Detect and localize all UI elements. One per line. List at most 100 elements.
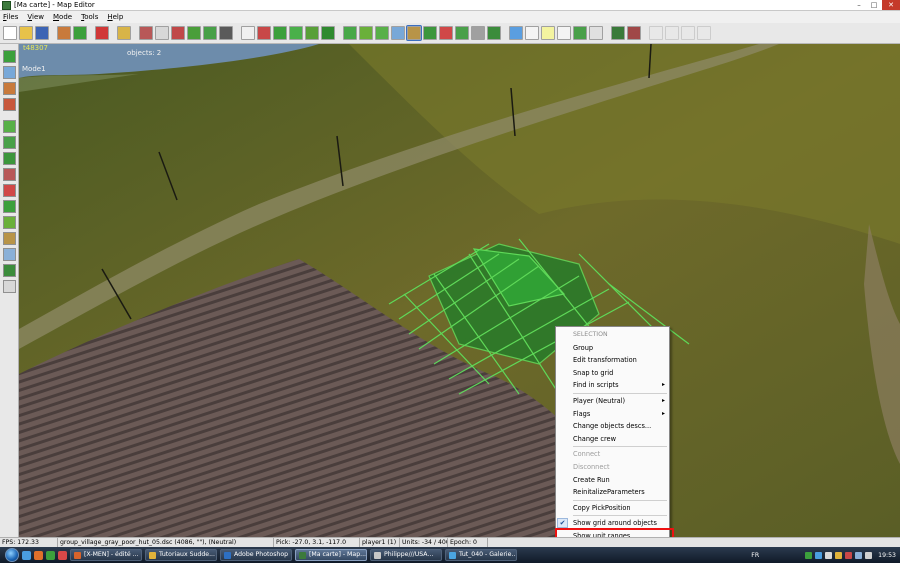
context-menu-item-edit-transformation[interactable]: Edit transformation — [556, 354, 669, 367]
object-tool-icon[interactable] — [406, 25, 422, 41]
document-icon[interactable] — [557, 26, 571, 40]
context-menu-item-group[interactable]: Group — [556, 342, 669, 355]
fence-post-icon[interactable] — [471, 26, 485, 40]
vegetation-icon[interactable] — [73, 26, 87, 40]
road-map-icon[interactable] — [611, 26, 625, 40]
menu-view[interactable]: View — [27, 13, 44, 21]
taskbar-task-button[interactable]: [Ma carte] - Map... — [295, 549, 367, 561]
menu-files[interactable]: Files — [3, 13, 18, 21]
language-indicator[interactable]: FR — [751, 552, 759, 559]
layer-buildings-icon[interactable] — [2, 216, 16, 229]
layer-water-icon[interactable] — [2, 66, 16, 79]
road-icon[interactable] — [155, 26, 169, 40]
ground-green-icon[interactable] — [187, 26, 201, 40]
map-viewport[interactable]: t48307 objects: 2 Mode1 — [19, 44, 900, 537]
task-label: Tut_040 - Galerie... — [459, 551, 517, 558]
context-menu-item-label: Snap to grid — [573, 368, 614, 377]
tray-icon[interactable] — [815, 551, 823, 559]
volume-icon[interactable] — [865, 551, 873, 559]
taskbar-task-button[interactable]: Philippe///USA... — [370, 549, 442, 561]
minimize-button[interactable]: – — [852, 0, 866, 10]
layer-paint-icon[interactable] — [2, 136, 16, 149]
palm-icon[interactable] — [573, 26, 587, 40]
grass-icon[interactable] — [423, 26, 437, 40]
layer-objects-icon[interactable] — [2, 232, 16, 245]
layer-units-icon[interactable] — [2, 168, 16, 181]
new-file-icon[interactable] — [3, 26, 17, 40]
layer-flags-icon[interactable] — [2, 184, 16, 197]
context-menu-item-player-neutral[interactable]: Player (Neutral) ▸ — [556, 395, 669, 408]
menu-help[interactable]: Help — [107, 13, 123, 21]
taskbar-clock[interactable]: 19:53 — [878, 552, 896, 559]
water-icon[interactable] — [391, 26, 405, 40]
terrain-render[interactable] — [19, 44, 900, 537]
unit-icon[interactable] — [343, 26, 357, 40]
taskbar-task-button[interactable]: [X-MEN] - édité ... — [70, 549, 142, 561]
maximize-button[interactable]: □ — [867, 0, 881, 10]
close-button[interactable]: ✕ — [882, 0, 900, 10]
taskbar-task-button[interactable]: Tut_040 - Galerie... — [445, 549, 517, 561]
tray-icon[interactable] — [825, 551, 833, 559]
layer-trees-icon[interactable] — [2, 200, 16, 213]
quick-launch-firefox-icon[interactable] — [34, 550, 43, 560]
layer-terrain-icon[interactable] — [2, 50, 16, 63]
context-menu-item-find-in-scripts[interactable]: Find in scripts ▸ — [556, 379, 669, 392]
tree-icon[interactable] — [273, 26, 287, 40]
grid-fill-icon[interactable] — [203, 26, 217, 40]
bomb-icon[interactable] — [439, 26, 453, 40]
tall-grass-icon[interactable] — [487, 26, 501, 40]
tent-icon[interactable] — [171, 26, 185, 40]
layer-houses-icon[interactable] — [2, 82, 16, 95]
layer-grass-icon[interactable] — [2, 152, 16, 165]
checker-icon[interactable] — [219, 26, 233, 40]
network-icon[interactable] — [855, 551, 863, 559]
menu-tools[interactable]: Tools — [81, 13, 98, 21]
magnify-icon[interactable] — [139, 26, 153, 40]
context-menu-item-snap-to-grid[interactable]: Snap to grid — [556, 367, 669, 380]
menu-bar: Files View Mode Tools Help — [0, 11, 900, 23]
disabled-tool-icon — [697, 26, 711, 40]
brush-icon[interactable] — [117, 26, 131, 40]
quick-launch-media-icon[interactable] — [58, 550, 67, 560]
fence-icon[interactable] — [375, 26, 389, 40]
context-menu-item-reinitalizeparameters[interactable]: ReinitalizeParameters — [556, 486, 669, 499]
plant-icon[interactable] — [289, 26, 303, 40]
bush-icon[interactable] — [305, 26, 319, 40]
flag-icon[interactable] — [95, 26, 109, 40]
tray-icon[interactable] — [845, 551, 853, 559]
sky-icon[interactable] — [509, 26, 523, 40]
building-icon[interactable] — [359, 26, 373, 40]
quick-launch-app-icon[interactable] — [46, 550, 55, 560]
heart-icon[interactable] — [257, 26, 271, 40]
context-menu-header: SELECTION — [573, 331, 608, 338]
tray-icon[interactable] — [805, 551, 813, 559]
tray-icon[interactable] — [835, 551, 843, 559]
quick-launch-ie-icon[interactable] — [22, 550, 31, 560]
context-menu-item-create-run[interactable]: Create Run — [556, 474, 669, 487]
start-button[interactable] — [5, 548, 19, 562]
context-menu-item-copy-pickposition[interactable]: Copy PickPosition — [556, 502, 669, 515]
menu-mode[interactable]: Mode — [53, 13, 72, 21]
taskbar-task-button[interactable]: Tutoriaux Sudde... — [145, 549, 217, 561]
tools-icon[interactable] — [627, 26, 641, 40]
layer-sky-icon[interactable] — [2, 248, 16, 261]
task-app-icon — [449, 551, 456, 559]
context-menu-item-change-objects-descs[interactable]: Change objects descs... — [556, 420, 669, 433]
context-menu-item-flags[interactable]: Flags ▸ — [556, 408, 669, 421]
layer-props-icon[interactable] — [2, 98, 16, 111]
forest-icon[interactable] — [321, 26, 335, 40]
note-icon[interactable] — [541, 26, 555, 40]
layer-forest-icon[interactable] — [2, 264, 16, 277]
terrain-texture-icon[interactable] — [57, 26, 71, 40]
crops-icon[interactable] — [455, 26, 469, 40]
taskbar-task-button[interactable]: Adobe Photoshop — [220, 549, 292, 561]
layer-grid-icon[interactable] — [2, 120, 16, 133]
script-icon[interactable] — [525, 26, 539, 40]
select-arrow-icon[interactable] — [241, 26, 255, 40]
layer-misc-icon[interactable] — [2, 280, 16, 293]
list-icon[interactable] — [589, 26, 603, 40]
context-menu-item-label: Player (Neutral) — [573, 396, 626, 405]
save-disk-icon[interactable] — [35, 26, 49, 40]
context-menu-item-change-crew[interactable]: Change crew — [556, 433, 669, 446]
open-folder-icon[interactable] — [19, 26, 33, 40]
